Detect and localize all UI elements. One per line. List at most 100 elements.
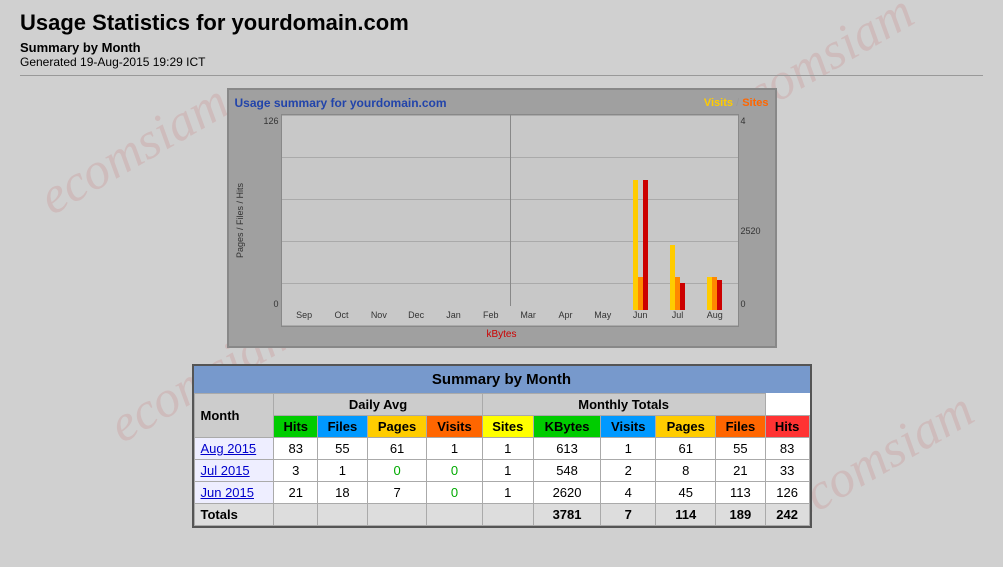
chart-x-labels: SepOctNovDecJanFebMarAprMayJunJulAug (282, 310, 738, 326)
col-kbytes: KBytes (533, 416, 600, 438)
table-header: Summary by Month (194, 366, 810, 393)
table-header-row-2: Hits Files Pages Visits Sites KBytes Vis… (194, 416, 809, 438)
watermark-2: ecomsiam (29, 72, 239, 227)
usage-chart: Usage summary for yourdomain.com Visits … (227, 88, 777, 348)
cell-value: 2 (601, 460, 656, 482)
cell-value: 7 (367, 482, 427, 504)
cell-value: 1 (427, 438, 482, 460)
cell-value: 83 (274, 438, 318, 460)
cell-value: 55 (716, 438, 766, 460)
totals-value: 3781 (533, 504, 600, 526)
col-visits: Visits (427, 416, 482, 438)
cell-month: Jun 2015 (194, 482, 274, 504)
cell-value: 1 (318, 460, 368, 482)
legend-visits: Visits (704, 97, 733, 109)
cell-value: 0 (427, 460, 482, 482)
chart-legend: Visits / Sites (704, 97, 769, 109)
col-sites: Sites (482, 416, 533, 438)
totals-empty (367, 504, 427, 526)
y-axis-label: Pages / Files / Hits (235, 183, 247, 258)
totals-value: 242 (765, 504, 809, 526)
cell-value: 548 (533, 460, 600, 482)
col-hits: Hits (274, 416, 318, 438)
y-axis-right: 4 2520 0 (739, 114, 769, 327)
cell-value: 8 (656, 460, 716, 482)
chart-bottom-label: kBytes (235, 329, 769, 340)
generated-label: Generated 19-Aug-2015 19:29 ICT (20, 55, 983, 69)
bar-kbytes (680, 283, 685, 310)
summary-table-wrapper: Summary by Month Month Daily Avg Monthly… (192, 364, 812, 528)
col-hits2: Hits (765, 416, 809, 438)
cell-value: 0 (427, 482, 482, 504)
bar-kbytes (643, 180, 648, 310)
month-link[interactable]: Jul 2015 (201, 463, 250, 478)
cell-value: 1 (601, 438, 656, 460)
table-header-row-1: Month Daily Avg Monthly Totals (194, 394, 809, 416)
bar-group-jun (621, 180, 658, 310)
chart-title: Usage summary for yourdomain.com (235, 96, 447, 110)
x-label-dec: Dec (397, 310, 434, 326)
cell-value: 33 (765, 460, 809, 482)
table-row: Aug 2015835561116131615583 (194, 438, 809, 460)
x-label-feb: Feb (472, 310, 509, 326)
x-label-oct: Oct (323, 310, 360, 326)
month-link[interactable]: Aug 2015 (201, 441, 257, 456)
cell-value: 126 (765, 482, 809, 504)
cell-value: 45 (656, 482, 716, 504)
chart-bars (282, 115, 738, 310)
cell-value: 0 (367, 460, 427, 482)
col-monthly-totals: Monthly Totals (482, 394, 765, 416)
cell-value: 3 (274, 460, 318, 482)
x-label-sep: Sep (286, 310, 323, 326)
cell-value: 83 (765, 438, 809, 460)
table-body: Aug 2015835561116131615583Jul 2015310015… (194, 438, 809, 526)
x-label-apr: Apr (547, 310, 584, 326)
table-row: Jun 201521187012620445113126 (194, 482, 809, 504)
cell-value: 21 (274, 482, 318, 504)
bar-group-jul (659, 245, 696, 310)
x-label-jan: Jan (435, 310, 472, 326)
cell-month: Aug 2015 (194, 438, 274, 460)
totals-empty (318, 504, 368, 526)
table-row: Jul 201531001548282133 (194, 460, 809, 482)
cell-value: 18 (318, 482, 368, 504)
cell-value: 61 (656, 438, 716, 460)
col-visits2: Visits (601, 416, 656, 438)
cell-value: 2620 (533, 482, 600, 504)
bar-group-aug (696, 277, 733, 310)
x-label-mar: Mar (509, 310, 546, 326)
col-pages2: Pages (656, 416, 716, 438)
cell-value: 55 (318, 438, 368, 460)
totals-value (482, 504, 533, 526)
x-label-aug: Aug (696, 310, 733, 326)
cell-value: 613 (533, 438, 600, 460)
chart-title-row: Usage summary for yourdomain.com Visits … (235, 96, 769, 110)
cell-value: 61 (367, 438, 427, 460)
totals-empty (427, 504, 482, 526)
cell-month: Jul 2015 (194, 460, 274, 482)
col-files: Files (318, 416, 368, 438)
cell-value: 1 (482, 482, 533, 504)
cell-value: 1 (482, 460, 533, 482)
month-link[interactable]: Jun 2015 (201, 485, 255, 500)
cell-value: 113 (716, 482, 766, 504)
cell-value: 1 (482, 438, 533, 460)
x-label-jun: Jun (621, 310, 658, 326)
x-label-may: May (584, 310, 621, 326)
col-month: Month (194, 394, 274, 438)
totals-value: 114 (656, 504, 716, 526)
totals-row: Totals 37817114189242 (194, 504, 809, 526)
page-title: Usage Statistics for yourdomain.com (20, 10, 983, 36)
y-axis-left: 126 0 (253, 114, 281, 327)
cell-value: 21 (716, 460, 766, 482)
col-daily-avg: Daily Avg (274, 394, 482, 416)
totals-value: 7 (601, 504, 656, 526)
summary-label: Summary by Month (20, 40, 983, 55)
summary-table: Month Daily Avg Monthly Totals Hits File… (194, 393, 810, 526)
totals-label: Totals (194, 504, 274, 526)
x-label-nov: Nov (360, 310, 397, 326)
divider (20, 75, 983, 76)
totals-value: 189 (716, 504, 766, 526)
x-label-jul: Jul (659, 310, 696, 326)
col-pages: Pages (367, 416, 427, 438)
